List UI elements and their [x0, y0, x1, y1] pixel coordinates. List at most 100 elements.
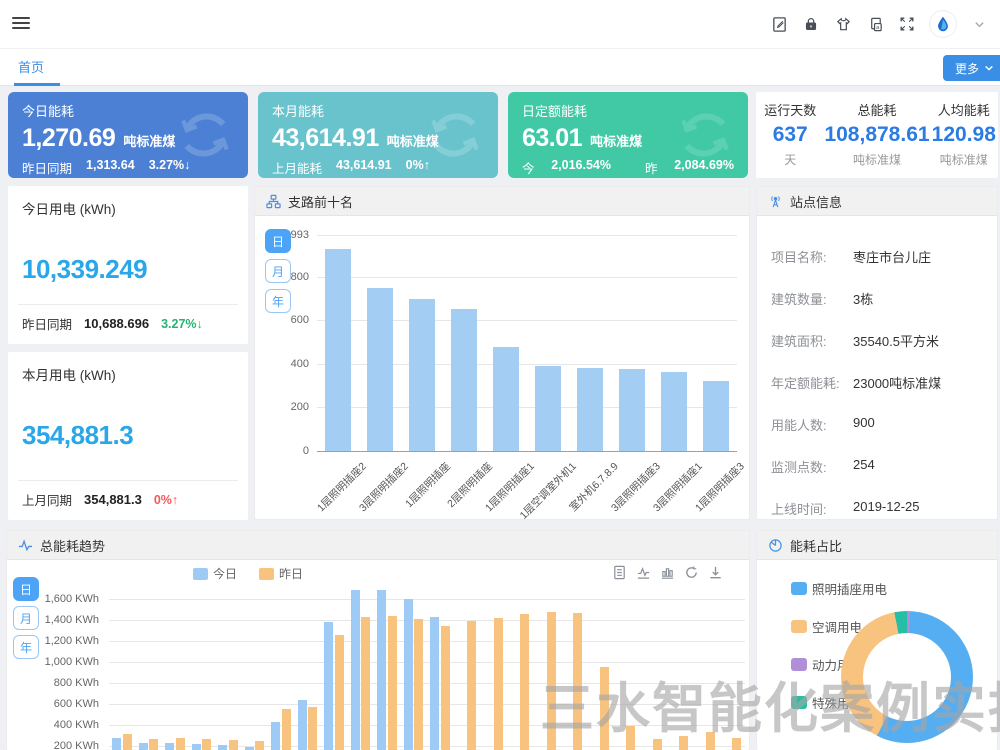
kpi-sub-value: 1,313.64: [86, 158, 135, 177]
branch-bar[interactable]: [493, 347, 519, 451]
y-axis-tick-label: 600: [263, 314, 309, 326]
usage-change: 3.27%↓: [161, 317, 203, 331]
trend-bar-昨日[interactable]: [414, 619, 423, 750]
y-axis-tick-label: 400 KWh: [11, 719, 99, 731]
chevron-down-icon: [984, 63, 994, 73]
bar-chart-icon[interactable]: [660, 565, 675, 580]
branch-bar[interactable]: [535, 366, 561, 451]
usage-title: 本月用电 (kWh): [22, 364, 234, 384]
branch-bar[interactable]: [577, 368, 603, 451]
trend-bar-昨日[interactable]: [123, 734, 132, 750]
usage-card-today: 今日用电 (kWh) 10,339.249 昨日同期 10,688.696 3.…: [8, 186, 248, 344]
site-info-value: 枣庄市台儿庄: [853, 247, 931, 266]
trend-bar-昨日[interactable]: [600, 667, 609, 750]
trend-bar-昨日[interactable]: [520, 614, 529, 750]
y-axis-tick-label: 1,200 KWh: [11, 635, 99, 647]
tab-home[interactable]: 首页: [12, 49, 50, 86]
branch-bar[interactable]: [325, 249, 351, 451]
legend-item-昨日[interactable]: 昨日: [259, 565, 303, 582]
legend-item-照明插座用电[interactable]: 照明插座用电: [791, 579, 887, 598]
branch-bar[interactable]: [451, 309, 477, 451]
trend-bar-昨日[interactable]: [732, 738, 741, 750]
usage-value: 354,881.3: [22, 420, 234, 451]
gridline: [109, 641, 745, 642]
clipboard-edit-icon[interactable]: [770, 15, 788, 33]
trend-bar-今日[interactable]: [165, 743, 174, 750]
water-drop-logo[interactable]: [930, 11, 956, 37]
branch-bar[interactable]: [409, 299, 435, 451]
trend-bar-昨日[interactable]: [308, 707, 317, 750]
branch-top10-panel: 支路前十名 日月年 0200400600800993 1层照明插座23层照明插座…: [254, 186, 750, 520]
trend-bar-昨日[interactable]: [441, 626, 450, 750]
site-info-panel: 站点信息 项目名称:枣庄市台儿庄建筑数量:3栋建筑面积:35540.5平方米年定…: [756, 186, 998, 520]
trend-bar-昨日[interactable]: [388, 616, 397, 750]
shirt-theme-icon[interactable]: [834, 15, 852, 33]
summary-stat-unit: 天: [756, 151, 824, 168]
menu-toggle-icon[interactable]: [12, 17, 30, 31]
branch-bar[interactable]: [619, 369, 645, 451]
trend-bar-昨日[interactable]: [706, 732, 715, 750]
trend-bar-昨日[interactable]: [626, 726, 635, 750]
trend-bar-昨日[interactable]: [202, 739, 211, 750]
trend-bar-昨日[interactable]: [229, 740, 238, 750]
trend-bar-今日[interactable]: [218, 745, 227, 750]
branch-bar[interactable]: [703, 381, 729, 451]
trend-bar-昨日[interactable]: [653, 739, 662, 750]
trend-bar-昨日[interactable]: [255, 741, 264, 750]
pie-icon: [768, 538, 783, 553]
panel-title: 站点信息: [790, 192, 842, 211]
more-button[interactable]: 更多: [943, 55, 1000, 81]
usage-card-month: 本月用电 (kWh) 354,881.3 上月同期 354,881.3 0%↑: [8, 352, 248, 520]
trend-bar-今日[interactable]: [139, 743, 148, 750]
line-chart-icon[interactable]: [636, 565, 651, 580]
trend-bar-今日[interactable]: [430, 617, 439, 750]
lock-icon[interactable]: [802, 15, 820, 33]
trend-bar-昨日[interactable]: [573, 613, 582, 750]
site-info-label: 用能人数:: [771, 415, 853, 434]
trend-bar-昨日[interactable]: [361, 617, 370, 750]
trend-bar-今日[interactable]: [351, 590, 360, 750]
trend-bar-今日[interactable]: [192, 744, 201, 750]
download-icon[interactable]: [708, 565, 723, 580]
legend-label: 照明插座用电: [812, 579, 887, 598]
data-view-icon[interactable]: [612, 565, 627, 580]
trend-bar-昨日[interactable]: [679, 736, 688, 750]
trend-bar-今日[interactable]: [112, 738, 121, 750]
kpi-card-today-energy: 今日能耗 1,270.69吨标准煤 昨日同期1,313.643.27%↓: [8, 92, 248, 178]
trend-bar-今日[interactable]: [377, 590, 386, 750]
chevron-down-icon[interactable]: [970, 15, 988, 33]
gridline: [109, 620, 745, 621]
antenna-icon: [768, 194, 783, 209]
fullscreen-icon[interactable]: [898, 15, 916, 33]
trend-bar-今日[interactable]: [324, 622, 333, 750]
site-info-label: 上线时间:: [771, 499, 853, 518]
kpi-sub-value: 43,614.91: [336, 158, 392, 177]
trend-bar-今日[interactable]: [271, 722, 280, 750]
summary-stat-label: 人均能耗: [930, 100, 998, 119]
legend-item-今日[interactable]: 今日: [193, 565, 237, 582]
trend-bar-昨日[interactable]: [494, 618, 503, 750]
trend-bar-今日[interactable]: [404, 599, 413, 750]
y-axis-tick-label: 800 KWh: [11, 677, 99, 689]
trend-bar-昨日[interactable]: [467, 621, 476, 750]
trend-bar-今日[interactable]: [245, 747, 254, 750]
trend-bar-昨日[interactable]: [176, 738, 185, 750]
kpi-value: 1,270.69: [22, 124, 115, 153]
y-axis-tick-label: 400: [263, 358, 309, 370]
branch-bar[interactable]: [661, 372, 687, 451]
trend-bar-昨日[interactable]: [547, 612, 556, 750]
trend-bar-昨日[interactable]: [149, 739, 158, 750]
site-info-row: 年定额能耗:23000吨标准煤: [757, 373, 997, 392]
branch-bar[interactable]: [367, 288, 393, 451]
recycle-icon: [176, 106, 234, 164]
site-info-row: 项目名称:枣庄市台儿庄: [757, 247, 997, 266]
trend-bar-今日[interactable]: [298, 700, 307, 750]
recycle-icon: [676, 106, 734, 164]
site-info-row: 用能人数:900: [757, 415, 997, 434]
usage-sub-label: 昨日同期: [22, 314, 72, 333]
trend-bar-昨日[interactable]: [335, 635, 344, 750]
trend-bar-昨日[interactable]: [282, 709, 291, 750]
period-button-year[interactable]: 年: [265, 289, 291, 313]
refresh-icon[interactable]: [684, 565, 699, 580]
id-card-icon[interactable]: a: [866, 15, 884, 33]
